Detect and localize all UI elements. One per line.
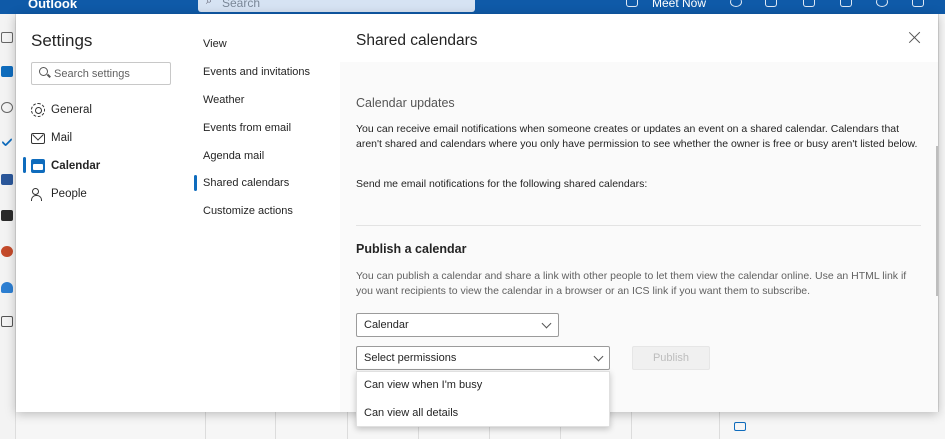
more-apps-icon[interactable]	[1, 316, 13, 327]
lightbulb-icon[interactable]	[912, 0, 924, 7]
shared-calendars-content: Shared calendars Calendar updates You ca…	[340, 14, 938, 427]
content-scrollbar[interactable]	[936, 146, 938, 296]
category-label: General	[51, 104, 92, 116]
subcategory-shared-calendars[interactable]: Shared calendars	[193, 175, 289, 191]
mail-icon[interactable]	[1, 32, 13, 43]
bell-icon[interactable]	[840, 0, 852, 7]
close-icon[interactable]	[908, 31, 922, 45]
people-icon	[31, 187, 45, 201]
calendar-icon[interactable]	[1, 66, 13, 77]
gear-icon[interactable]	[876, 0, 888, 7]
subcategory-agenda-mail[interactable]: Agenda mail	[203, 150, 264, 162]
calendar-icon	[31, 159, 45, 173]
subcategory-weather[interactable]: Weather	[203, 94, 244, 106]
category-label: Calendar	[51, 160, 101, 172]
search-icon	[39, 67, 48, 76]
calendar-select-value: Calendar	[364, 319, 409, 331]
gear-icon	[31, 103, 45, 117]
category-label: Mail	[51, 132, 73, 144]
permission-option-all-details[interactable]: Can view all details	[364, 407, 458, 419]
settings-search-input[interactable]	[54, 66, 166, 82]
global-search-box[interactable]: ⌕ Search	[198, 0, 475, 12]
category-people[interactable]: People	[31, 184, 87, 204]
category-general[interactable]: General	[31, 100, 92, 120]
permission-option-busy[interactable]: Can view when I'm busy	[364, 379, 482, 391]
calendar-subcategories-pane: View Events and invitations Weather Even…	[184, 14, 340, 412]
calendar-icon	[734, 422, 746, 431]
permissions-select-dropdown[interactable]: Select permissions	[356, 346, 610, 370]
outlook-top-bar: Outlook ⌕ Search Meet Now	[0, 0, 945, 14]
calendar-select-dropdown[interactable]: Calendar	[356, 313, 559, 337]
category-calendar[interactable]: Calendar	[22, 156, 101, 176]
teams-icon[interactable]	[765, 0, 777, 7]
publish-calendar-description: You can publish a calendar and share a l…	[356, 270, 907, 297]
publish-calendar-heading: Publish a calendar	[356, 242, 467, 256]
permissions-dropdown-menu: Can view when I'm busy Can view all deta…	[356, 371, 610, 427]
app-icon[interactable]	[1, 210, 13, 221]
calendar-updates-description: You can receive email notifications when…	[356, 123, 918, 150]
onedrive-icon[interactable]	[1, 282, 13, 293]
chevron-down-icon	[541, 318, 552, 329]
settings-categories-pane: Settings General Mail Calendar People	[16, 14, 184, 412]
subcategory-events-and-invitations[interactable]: Events and invitations	[203, 66, 310, 78]
meet-now-icon[interactable]	[626, 0, 638, 7]
people-icon[interactable]	[1, 102, 13, 113]
feedback-icon[interactable]	[803, 0, 815, 7]
search-icon: ⌕	[206, 0, 213, 7]
todo-icon[interactable]	[1, 135, 13, 147]
word-icon[interactable]	[1, 174, 13, 185]
background-right-pane	[938, 14, 945, 412]
publish-button[interactable]: Publish	[632, 346, 710, 370]
subcategory-events-from-email[interactable]: Events from email	[203, 122, 291, 134]
page-title: Shared calendars	[356, 32, 478, 49]
settings-search-box[interactable]	[31, 62, 171, 85]
mail-icon	[31, 133, 45, 144]
settings-dialog: Settings General Mail Calendar People Vi…	[16, 14, 938, 427]
section-divider	[356, 225, 921, 226]
meet-now-button[interactable]: Meet Now	[652, 0, 706, 10]
app-icon[interactable]	[1, 246, 13, 257]
content-header: Shared calendars	[340, 14, 938, 62]
calendar-updates-prompt: Send me email notifications for the foll…	[356, 178, 648, 190]
category-label: People	[51, 188, 87, 200]
category-mail[interactable]: Mail	[31, 128, 72, 148]
subcategory-view[interactable]: View	[203, 38, 227, 50]
settings-title: Settings	[31, 31, 93, 50]
app-title: Outlook	[28, 0, 78, 11]
permissions-select-value: Select permissions	[364, 352, 457, 364]
chevron-down-icon	[593, 351, 604, 362]
global-search-placeholder: Search	[222, 0, 261, 10]
calendar-updates-heading: Calendar updates	[356, 96, 455, 110]
app-rail	[0, 14, 16, 439]
skype-icon[interactable]	[730, 0, 742, 7]
subcategory-customize-actions[interactable]: Customize actions	[203, 205, 293, 217]
